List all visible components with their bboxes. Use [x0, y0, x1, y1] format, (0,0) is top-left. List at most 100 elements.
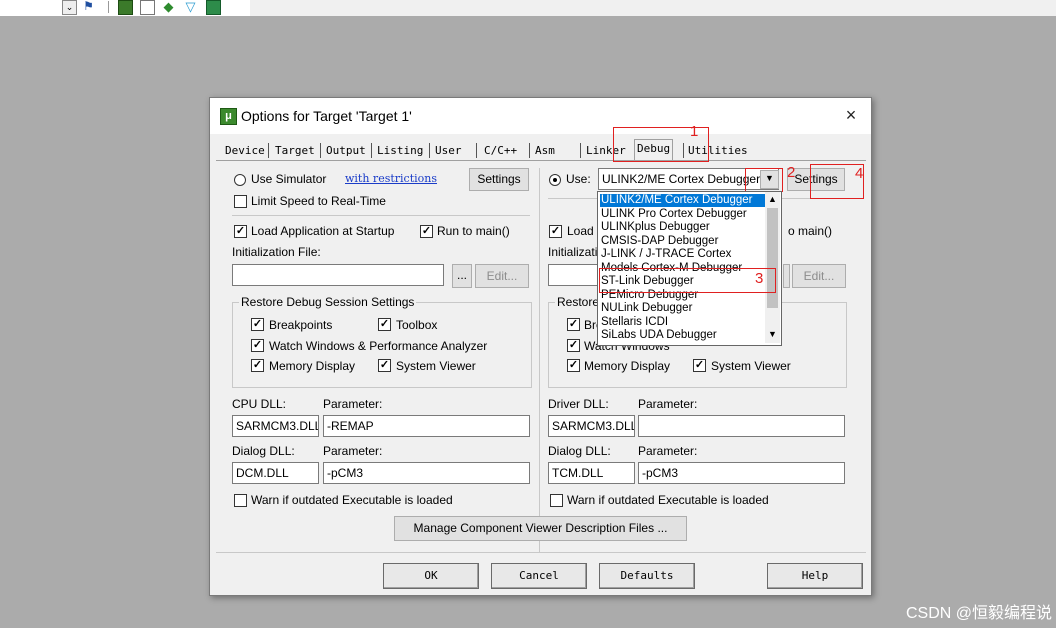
scroll-thumb[interactable]	[767, 208, 778, 308]
toolbar-divider	[108, 1, 109, 13]
defaults-button[interactable]: Defaults	[599, 563, 695, 589]
right-dialog-dll-label: Dialog DLL:	[548, 444, 611, 458]
cpu-param-label: Parameter:	[323, 397, 383, 411]
cpu-param-input[interactable]: -REMAP	[323, 415, 530, 437]
right-sysviewer-checkbox[interactable]: ✓	[693, 359, 706, 372]
left-separator	[232, 215, 530, 216]
dialog-param-label: Parameter:	[323, 444, 383, 458]
right-run-label: o main()	[788, 224, 833, 238]
ok-button[interactable]: OK	[383, 563, 479, 589]
right-warn-checkbox[interactable]	[550, 494, 563, 507]
bottom-separator	[216, 552, 866, 553]
left-warn-label: Warn if outdated Executable is loaded	[251, 493, 453, 507]
right-dialog-dll-input[interactable]: TCM.DLL	[548, 462, 635, 484]
tab-separator	[580, 143, 581, 158]
use-simulator-radio[interactable]	[234, 174, 246, 186]
init-file-label: Initialization File:	[232, 245, 321, 259]
init-file-input[interactable]	[232, 264, 444, 286]
tab-separator	[529, 143, 530, 158]
debugger-option[interactable]: SiLabs UDA Debugger	[600, 329, 765, 342]
network-icon[interactable]: ⚑	[82, 0, 95, 13]
use-debugger-radio[interactable]	[549, 174, 561, 186]
annotation-box-3	[599, 268, 776, 293]
debugger-option[interactable]: NULink Debugger	[600, 302, 765, 315]
tab-separator	[320, 143, 321, 158]
right-init-edit-button[interactable]: Edit...	[792, 264, 846, 288]
dialog-dll-label: Dialog DLL:	[232, 444, 295, 458]
use-simulator-label: Use Simulator	[251, 172, 327, 186]
system-viewer-checkbox[interactable]: ✓	[378, 359, 391, 372]
toolbox-checkbox[interactable]: ✓	[378, 318, 391, 331]
tab-output[interactable]: Output	[324, 142, 368, 160]
cpu-dll-input[interactable]: SARMCM3.DLL	[232, 415, 319, 437]
debugger-option[interactable]: ULINK2/ME Cortex Debugger	[600, 194, 765, 207]
tab-device[interactable]: Device	[223, 142, 267, 160]
driver-param-label: Parameter:	[638, 397, 698, 411]
debugger-option[interactable]: Stellaris ICDI	[600, 316, 765, 329]
dialog-title: Options for Target 'Target 1'	[241, 108, 412, 124]
scroll-up-icon[interactable]: ▲	[768, 194, 777, 204]
right-init-label: Initializatio	[548, 245, 605, 259]
list-icon[interactable]	[140, 0, 155, 15]
diamond-icon[interactable]: ◆	[162, 0, 175, 13]
tab-listing[interactable]: Listing	[375, 142, 425, 160]
right-load-label: Load	[567, 224, 594, 238]
tab-separator	[429, 143, 430, 158]
with-restrictions-link[interactable]: with restrictions	[345, 172, 437, 185]
toolbar-empty-area	[250, 0, 1056, 16]
dialog-titlebar[interactable]: μ Options for Target 'Target 1' ×	[210, 98, 871, 134]
load-app-checkbox[interactable]: ✓	[234, 225, 247, 238]
right-warn-label: Warn if outdated Executable is loaded	[567, 493, 769, 507]
left-warn-checkbox[interactable]	[234, 494, 247, 507]
help-button[interactable]: Help	[767, 563, 863, 589]
memory-display-label: Memory Display	[269, 359, 356, 373]
toolbox-label: Toolbox	[396, 318, 438, 332]
debugger-option[interactable]: J-LINK / J-TRACE Cortex	[600, 248, 765, 261]
tab-separator	[268, 143, 269, 158]
right-restore-title: Restore	[555, 295, 602, 309]
app-icon: μ	[220, 108, 237, 125]
funnel-icon[interactable]: ▽	[184, 0, 197, 13]
right-init-browse-button[interactable]	[783, 264, 790, 288]
right-memory-label: Memory Display	[584, 359, 671, 373]
right-memory-checkbox[interactable]: ✓	[567, 359, 580, 372]
right-watch-checkbox[interactable]: ✓	[567, 339, 580, 352]
watch-windows-label: Watch Windows & Performance Analyzer	[269, 339, 488, 353]
right-breakpoints-checkbox[interactable]: ✓	[567, 318, 580, 331]
tab-target[interactable]: Target	[273, 142, 317, 160]
image-icon[interactable]	[206, 0, 221, 15]
right-load-checkbox[interactable]: ✓	[549, 225, 562, 238]
annotation-number-1: 1	[690, 123, 699, 140]
manage-component-viewer-button[interactable]: Manage Component Viewer Description File…	[394, 516, 687, 541]
debugger-option[interactable]: ULINKplus Debugger	[600, 221, 765, 234]
dialog-param-input[interactable]: -pCM3	[323, 462, 530, 484]
debugger-option[interactable]: ULINK Pro Cortex Debugger	[600, 208, 765, 221]
dropdown-arrow-icon[interactable]: ⌄	[62, 0, 77, 15]
memory-display-checkbox[interactable]: ✓	[251, 359, 264, 372]
annotation-number-3: 3	[755, 270, 764, 287]
annotation-box-2	[745, 168, 783, 192]
close-button[interactable]: ×	[840, 105, 862, 127]
tree-icon[interactable]	[118, 0, 133, 15]
scroll-down-icon[interactable]: ▼	[768, 329, 777, 339]
driver-param-input[interactable]	[638, 415, 845, 437]
watch-windows-checkbox[interactable]: ✓	[251, 339, 264, 352]
tab-asm[interactable]: Asm	[533, 142, 557, 160]
annotation-number-4: 4	[855, 165, 864, 182]
run-to-main-checkbox[interactable]: ✓	[420, 225, 433, 238]
tab-baseline	[216, 160, 866, 161]
breakpoints-checkbox[interactable]: ✓	[251, 318, 264, 331]
right-dialog-param-input[interactable]: -pCM3	[638, 462, 845, 484]
tab-separator	[476, 143, 477, 158]
init-file-edit-button[interactable]: Edit...	[475, 264, 529, 288]
simulator-settings-button[interactable]: Settings	[469, 168, 529, 191]
init-file-browse-button[interactable]: ...	[452, 264, 472, 288]
limit-speed-checkbox[interactable]	[234, 195, 247, 208]
dialog-dll-input[interactable]: DCM.DLL	[232, 462, 319, 484]
tab-c-cpp[interactable]: C/C++	[482, 142, 519, 160]
tab-user[interactable]: User	[433, 142, 464, 160]
cancel-button[interactable]: Cancel	[491, 563, 587, 589]
debugger-option[interactable]: CMSIS-DAP Debugger	[600, 235, 765, 248]
options-dialog: μ Options for Target 'Target 1' × Device…	[209, 97, 872, 596]
driver-dll-input[interactable]: SARMCM3.DLL	[548, 415, 635, 437]
